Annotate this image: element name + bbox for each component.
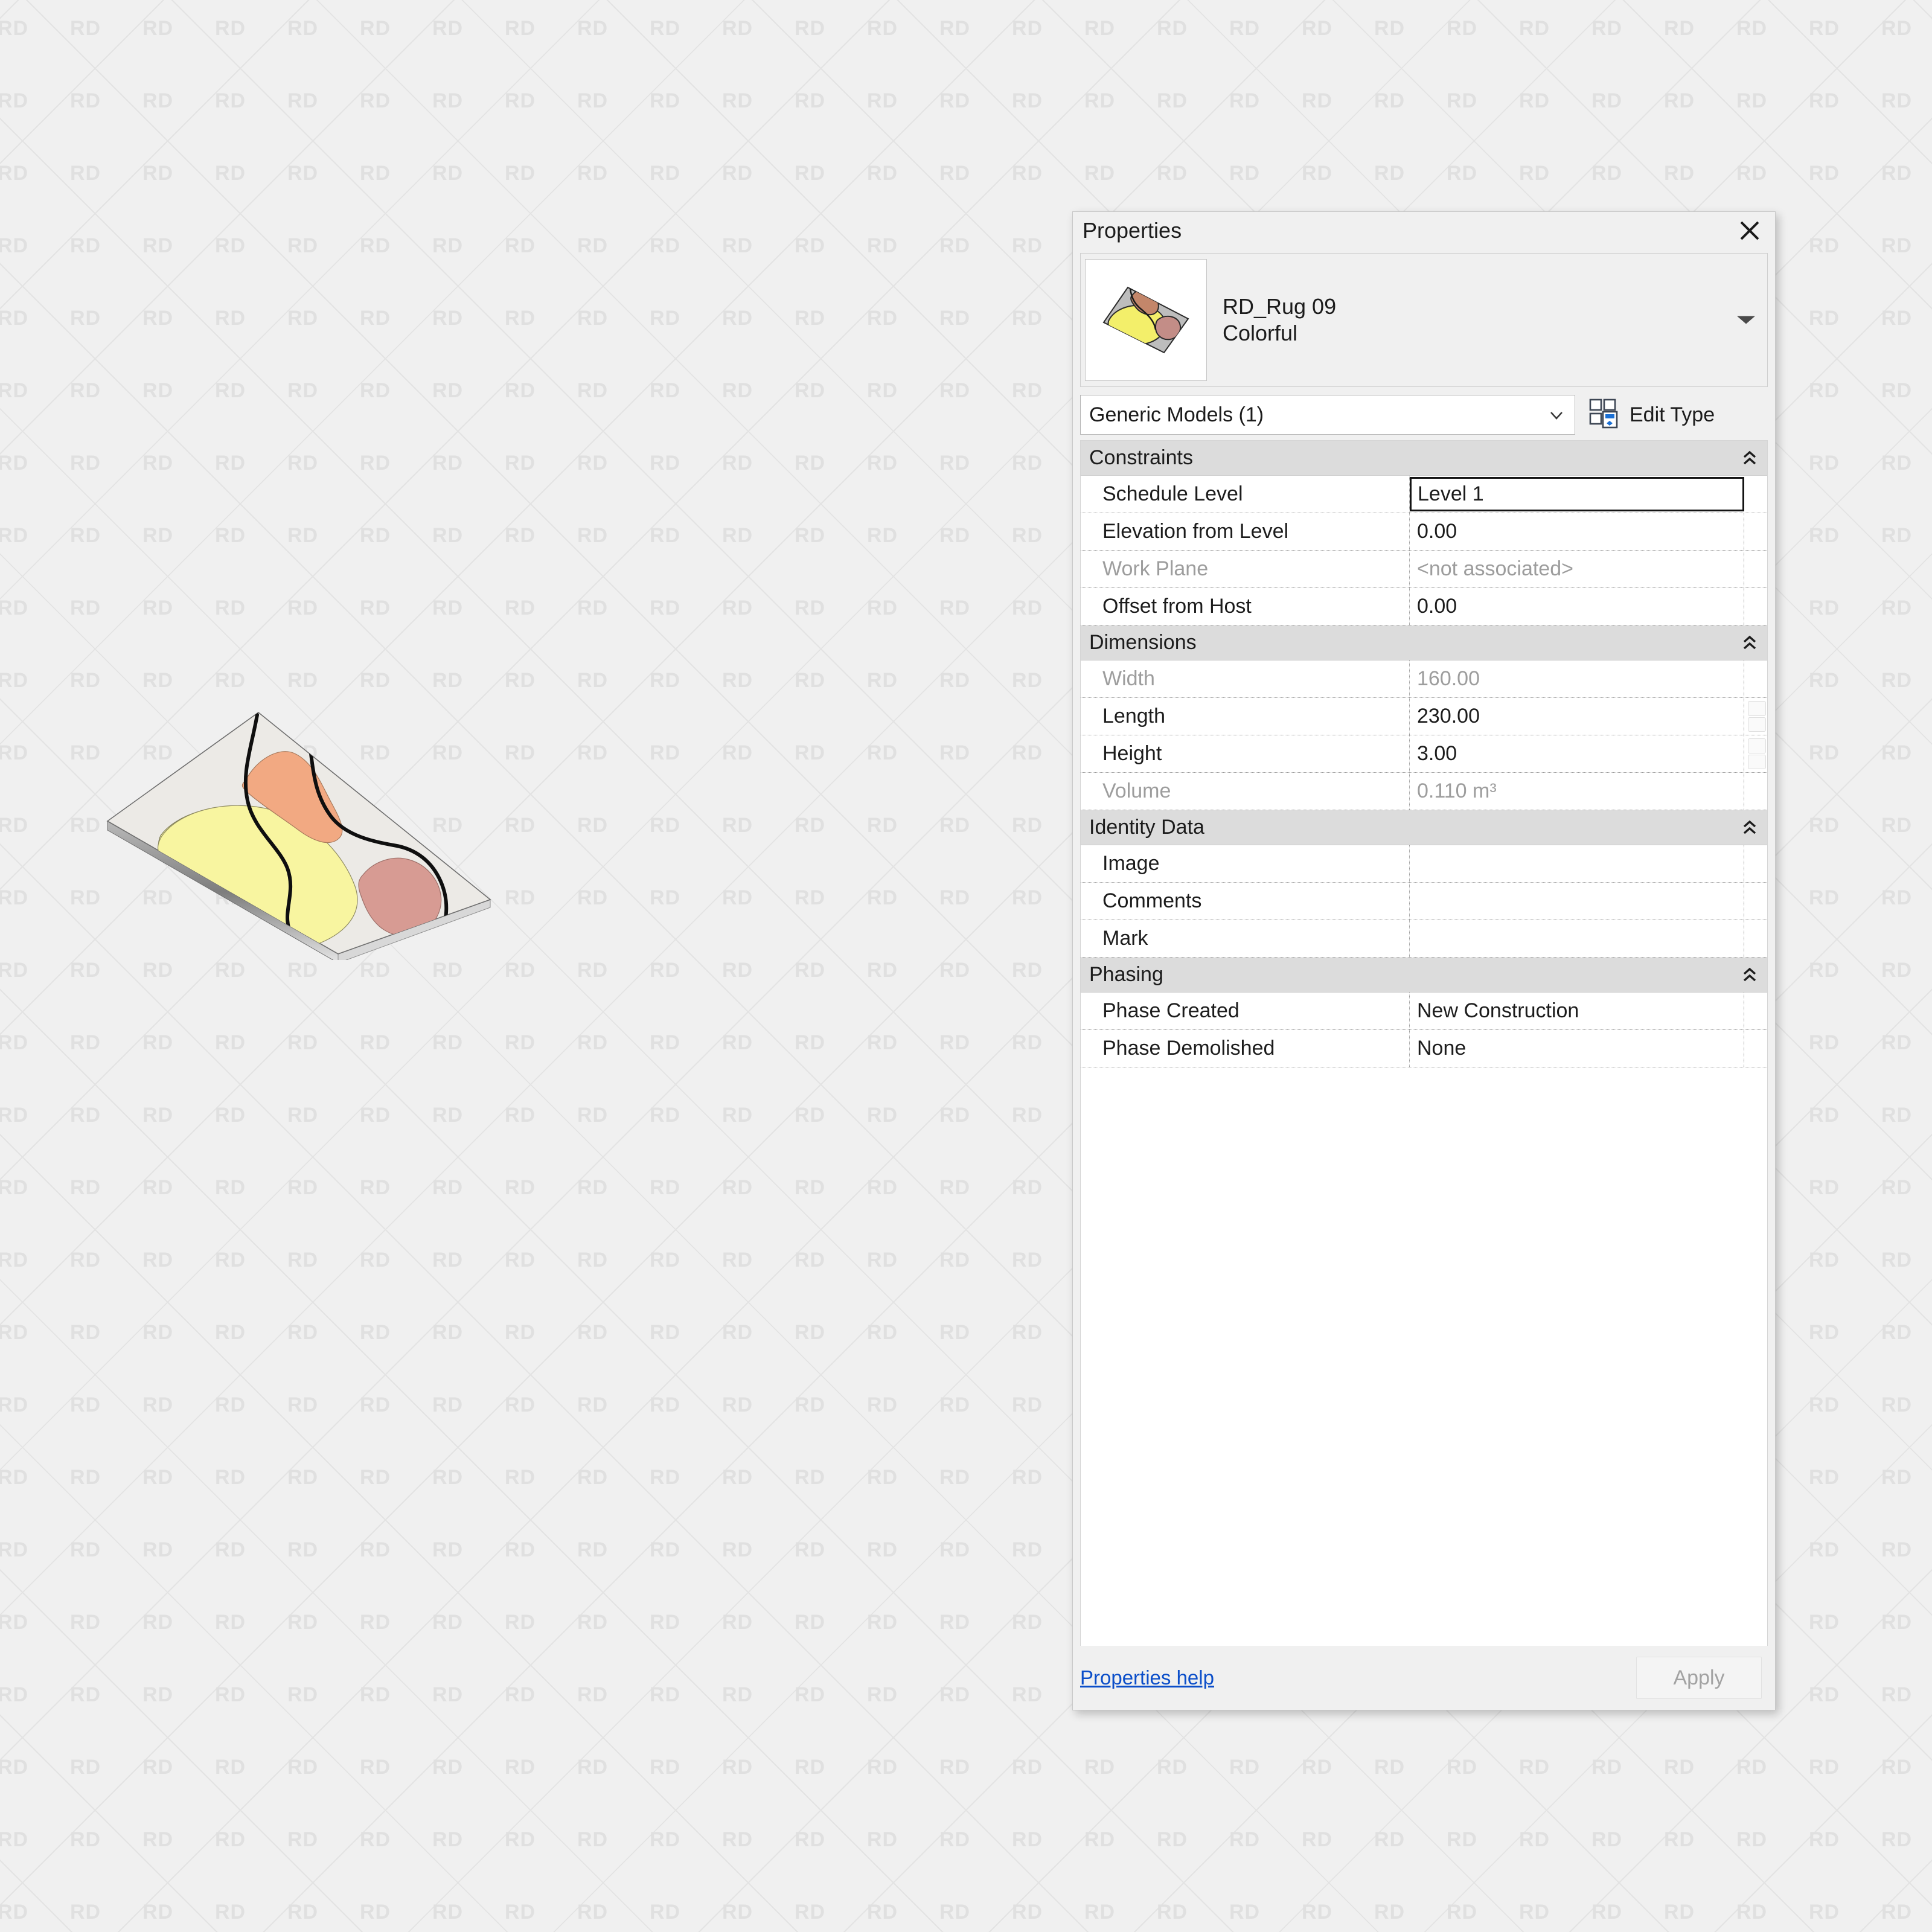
row-tail	[1744, 883, 1767, 920]
property-row[interactable]: Volume 0.110 m³	[1081, 773, 1767, 810]
apply-button[interactable]: Apply	[1636, 1657, 1762, 1699]
section-title: Identity Data	[1089, 816, 1204, 839]
edit-type-button[interactable]: Edit Type	[1575, 395, 1715, 435]
property-row[interactable]: Length 230.00	[1081, 698, 1767, 735]
property-row[interactable]: Comments	[1081, 883, 1767, 920]
category-selected-value: Generic Models (1)	[1089, 403, 1264, 426]
edit-type-label: Edit Type	[1630, 403, 1715, 426]
property-value[interactable]	[1410, 845, 1744, 882]
chevron-down-icon[interactable]	[1544, 403, 1569, 427]
row-tail	[1744, 773, 1767, 810]
row-tail	[1744, 513, 1767, 550]
type-name-block: RD_Rug 09 Colorful	[1223, 294, 1336, 347]
property-value[interactable]: 160.00	[1410, 661, 1744, 697]
rug-thumbnail-icon	[1085, 259, 1207, 381]
section-title: Dimensions	[1089, 631, 1197, 654]
rug-3d-model[interactable]	[103, 706, 525, 960]
property-label: Elevation from Level	[1081, 513, 1410, 550]
caret-down-icon[interactable]	[1737, 316, 1755, 324]
spinner-up-button[interactable]	[1748, 701, 1766, 716]
double-chevron-up-icon[interactable]	[1732, 634, 1767, 652]
family-name: RD_Rug 09	[1223, 293, 1337, 319]
property-row[interactable]: Elevation from Level 0.00	[1081, 513, 1767, 551]
row-tail	[1744, 1030, 1767, 1067]
row-tail	[1744, 845, 1767, 882]
section-title: Constraints	[1089, 446, 1193, 469]
double-chevron-up-icon[interactable]	[1732, 819, 1767, 837]
category-combobox[interactable]: Generic Models (1)	[1080, 395, 1575, 435]
property-label: Schedule Level	[1081, 476, 1410, 513]
row-tail	[1744, 993, 1767, 1029]
spinner-buttons[interactable]	[1748, 738, 1766, 770]
row-tail	[1744, 661, 1767, 697]
property-value[interactable]: 230.00	[1410, 698, 1744, 735]
property-row[interactable]: Work Plane <not associated>	[1081, 551, 1767, 588]
edit-type-icon	[1588, 397, 1621, 433]
property-row[interactable]: Image	[1081, 845, 1767, 883]
type-preview-strip[interactable]: RD_Rug 09 Colorful	[1080, 253, 1768, 387]
spinner-buttons[interactable]	[1748, 700, 1766, 732]
property-row[interactable]: Phase Created New Construction	[1081, 993, 1767, 1030]
property-label: Length	[1081, 698, 1410, 735]
page-title: Properties	[1083, 218, 1182, 243]
property-label: Comments	[1081, 883, 1410, 920]
property-value[interactable]: New Construction	[1410, 993, 1744, 1029]
property-row[interactable]: Offset from Host 0.00	[1081, 588, 1767, 625]
section-header-phasing[interactable]: Phasing	[1081, 958, 1767, 993]
double-chevron-up-icon[interactable]	[1732, 966, 1767, 984]
property-value[interactable]	[1410, 883, 1744, 920]
value-stepper[interactable]	[1744, 735, 1767, 772]
property-value[interactable]: 0.00	[1410, 588, 1744, 625]
property-label: Mark	[1081, 920, 1410, 957]
property-label: Height	[1081, 735, 1410, 772]
app-root: RD RD RD RD RD RD RD RD RD RD RD RD RD RD RD RD RD RD RD RD…	[0, 0, 1932, 1932]
close-icon[interactable]	[1733, 215, 1767, 246]
type-name: Colorful	[1223, 321, 1298, 345]
row-tail	[1744, 476, 1767, 513]
property-value[interactable]: Level 1	[1410, 477, 1744, 511]
row-tail	[1744, 588, 1767, 625]
palette-title-bar: Properties	[1073, 212, 1775, 249]
property-value[interactable]: 0.00	[1410, 513, 1744, 550]
property-label: Phase Demolished	[1081, 1030, 1410, 1067]
row-tail	[1744, 551, 1767, 587]
section-title: Phasing	[1089, 963, 1163, 986]
palette-footer: Properties help Apply	[1073, 1646, 1775, 1710]
property-label: Volume	[1081, 773, 1410, 810]
property-label: Phase Created	[1081, 993, 1410, 1029]
property-value[interactable]: None	[1410, 1030, 1744, 1067]
spinner-up-button[interactable]	[1748, 738, 1766, 753]
section-header-dimensions[interactable]: Dimensions	[1081, 625, 1767, 661]
property-value[interactable]: 0.110 m³	[1410, 773, 1744, 810]
property-label: Offset from Host	[1081, 588, 1410, 625]
property-label: Image	[1081, 845, 1410, 882]
property-grid[interactable]: Constraints Schedule Level Level 1 Elevatio…	[1080, 440, 1768, 1646]
section-header-identity-data[interactable]: Identity Data	[1081, 810, 1767, 845]
property-label: Width	[1081, 661, 1410, 697]
value-stepper[interactable]	[1744, 698, 1767, 735]
property-value[interactable]: 3.00	[1410, 735, 1744, 772]
row-tail	[1744, 920, 1767, 957]
property-value[interactable]: <not associated>	[1410, 551, 1744, 587]
property-row[interactable]: Width 160.00	[1081, 661, 1767, 698]
spinner-down-button[interactable]	[1748, 754, 1766, 769]
property-row[interactable]: Height 3.00	[1081, 735, 1767, 773]
category-selector-row: Generic Models (1) Edit Type	[1080, 395, 1768, 435]
property-row[interactable]: Schedule Level Level 1	[1081, 476, 1767, 513]
properties-palette: Properties RD_Rug 09 Colorful Generic Mo…	[1072, 211, 1776, 1710]
double-chevron-up-icon[interactable]	[1732, 449, 1767, 467]
property-label: Work Plane	[1081, 551, 1410, 587]
property-row[interactable]: Mark	[1081, 920, 1767, 958]
spinner-down-button[interactable]	[1748, 717, 1766, 732]
property-value[interactable]	[1410, 920, 1744, 957]
section-header-constraints[interactable]: Constraints	[1081, 441, 1767, 476]
grid-empty-area	[1081, 1067, 1767, 1646]
properties-help-link[interactable]: Properties help	[1080, 1666, 1636, 1689]
property-row[interactable]: Phase Demolished None	[1081, 1030, 1767, 1067]
